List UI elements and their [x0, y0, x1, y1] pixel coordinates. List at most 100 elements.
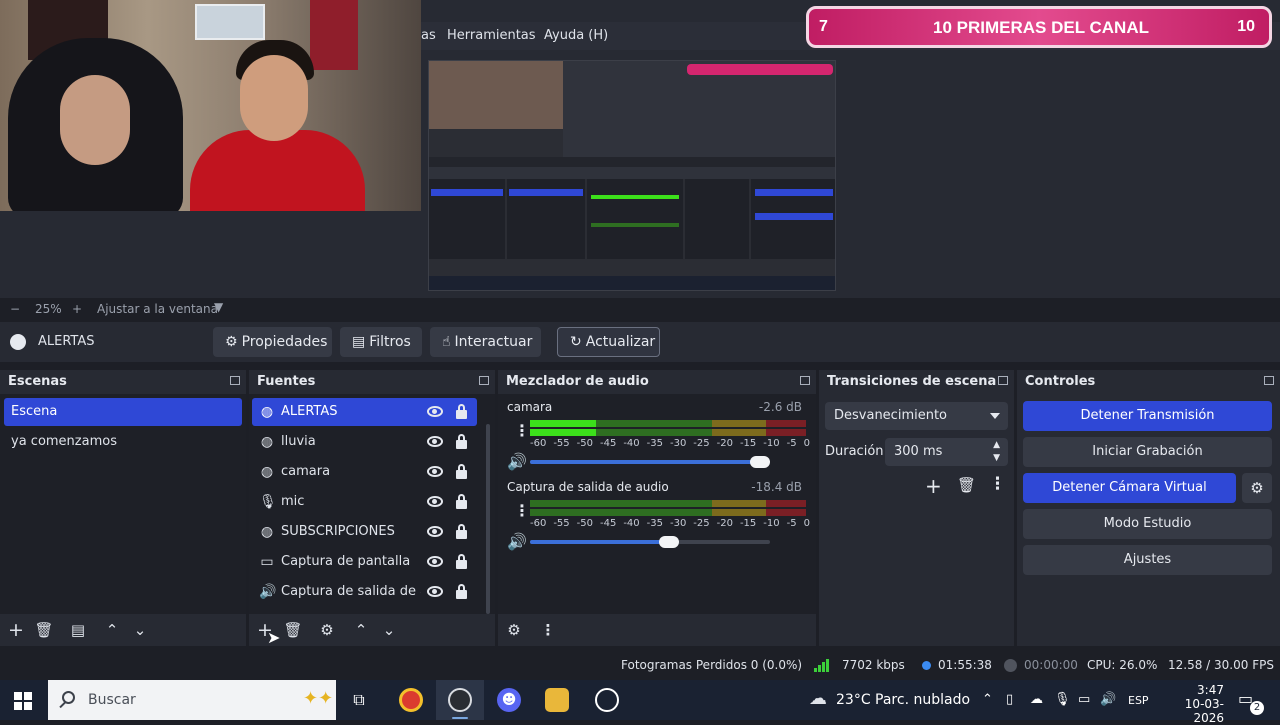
transition-select[interactable]: Desvanecimiento — [825, 402, 1008, 430]
source-item-subscripciones[interactable]: ◍ SUBSCRIPCIONES — [252, 518, 477, 546]
volume-icon[interactable]: 🔊 — [1100, 692, 1116, 707]
menu-item-partial[interactable]: as — [421, 28, 436, 43]
nested-preview-capture — [428, 60, 836, 291]
level-meter — [530, 429, 806, 436]
interact-label: Interactuar — [454, 334, 533, 350]
banner-right-number: 10 — [1237, 18, 1255, 35]
lock-icon[interactable] — [456, 524, 467, 539]
channel-menu-icon[interactable]: ⋮ — [514, 503, 530, 519]
undock-icon[interactable] — [998, 376, 1008, 385]
source-item-mic[interactable]: 🎙 mic — [252, 488, 477, 516]
chevron-down-icon[interactable]: ▼ — [993, 453, 1000, 463]
windows-start-icon[interactable] — [14, 692, 32, 710]
scale-tick: -10 — [763, 438, 780, 449]
stop-stream-button[interactable]: Detener Transmisión — [1023, 401, 1272, 431]
studio-mode-button[interactable]: Modo Estudio — [1023, 509, 1272, 539]
app-icon[interactable] — [595, 688, 619, 712]
filters-button[interactable]: ▤ Filtros — [340, 327, 422, 357]
more-icon[interactable]: ⋮ — [989, 474, 1006, 494]
language-indicator[interactable]: ESP — [1128, 694, 1149, 707]
menu-item-tools[interactable]: Herramientas — [447, 28, 536, 43]
transitions-title: Transiciones de escena — [827, 374, 997, 389]
menu-item-help[interactable]: Ayuda (H) — [544, 28, 608, 43]
start-recording-button[interactable]: Iniciar Grabación — [1023, 437, 1272, 467]
chevron-down-icon[interactable]: ⌄ — [379, 620, 399, 640]
eye-icon[interactable] — [427, 496, 443, 507]
source-item-lluvia[interactable]: ◍ lluvia — [252, 428, 477, 456]
lock-icon[interactable] — [456, 464, 467, 479]
channel-menu-icon[interactable]: ⋮ — [514, 423, 530, 439]
cloud-icon[interactable]: ☁ — [1030, 692, 1043, 707]
signal-bars-icon — [814, 659, 829, 672]
lock-icon[interactable] — [456, 404, 467, 419]
chevron-up-icon[interactable]: ⌃ — [102, 620, 122, 640]
lock-icon[interactable] — [456, 554, 467, 569]
level-meter — [530, 500, 806, 507]
scale-tick: 0 — [803, 438, 810, 449]
chevron-down-icon[interactable]: ⌄ — [130, 620, 150, 640]
interact-button[interactable]: ☝ Interactuar — [430, 327, 541, 357]
chrome-icon[interactable] — [399, 688, 423, 712]
zoom-in-button[interactable]: + — [72, 302, 82, 316]
volume-slider[interactable] — [530, 536, 770, 548]
add-icon[interactable]: + — [6, 620, 26, 640]
weather-icon: ☁ — [809, 688, 827, 709]
eye-icon[interactable] — [427, 436, 443, 447]
source-item-camara[interactable]: ◍ camara — [252, 458, 477, 486]
chevron-up-icon[interactable]: ⌃ — [982, 692, 993, 707]
source-item-alertas[interactable]: ◍ ALERTAS — [252, 398, 477, 426]
zoom-level: 25% — [35, 302, 62, 316]
trash-icon[interactable]: 🗑 — [34, 620, 54, 640]
eye-icon[interactable] — [427, 526, 443, 537]
scale-tick: -20 — [716, 518, 733, 529]
scene-item-ya-comenzamos[interactable]: ya comenzamos — [4, 428, 242, 456]
stop-virtual-camera-button[interactable]: Detener Cámara Virtual — [1023, 473, 1236, 503]
gear-icon[interactable]: ⚙ — [317, 620, 337, 640]
eye-icon[interactable] — [427, 556, 443, 567]
tray-app-icon[interactable]: ▯ — [1006, 692, 1013, 707]
discord-icon[interactable]: ☻ — [497, 688, 521, 712]
volume-icon[interactable]: 🔊 — [507, 452, 527, 471]
trash-icon[interactable]: 🗑 — [283, 620, 303, 640]
obs-icon[interactable] — [448, 688, 472, 712]
scale-tick: -40 — [623, 518, 640, 529]
zoom-out-button[interactable]: − — [10, 302, 20, 316]
lock-icon[interactable] — [456, 434, 467, 449]
refresh-button[interactable]: ↻ Actualizar — [557, 327, 660, 357]
clock[interactable]: 3:47 10-03-2026 — [1164, 683, 1224, 725]
volume-icon[interactable]: 🔊 — [507, 532, 527, 551]
source-list: ◍ ALERTAS ◍ lluvia ◍ camara 🎙 mic ◍ SUBS… — [249, 394, 495, 646]
undock-icon[interactable] — [1264, 376, 1274, 385]
source-item-captura-audio[interactable]: 🔊 Captura de salida de audio — [252, 578, 477, 606]
lock-icon[interactable] — [456, 584, 467, 599]
add-icon[interactable]: + — [925, 474, 942, 498]
more-icon[interactable]: ⋮ — [538, 620, 558, 640]
weather-text[interactable]: 23°C Parc. nublado — [836, 692, 970, 708]
taskbar-search[interactable]: Buscar ✦✦ — [48, 680, 336, 720]
undock-icon[interactable] — [800, 376, 810, 385]
duration-input[interactable]: 300 ms ▲ ▼ — [885, 438, 1008, 466]
scene-item-escena[interactable]: Escena — [4, 398, 242, 426]
source-scrollbar[interactable] — [486, 424, 490, 614]
network-icon[interactable]: ▭ — [1078, 692, 1090, 707]
file-explorer-icon[interactable] — [545, 688, 569, 712]
undock-icon[interactable] — [479, 376, 489, 385]
task-view-icon[interactable]: ⧉ — [347, 688, 371, 712]
source-item-captura-pantalla[interactable]: ▭ Captura de pantalla — [252, 548, 477, 576]
advanced-audio-icon[interactable]: ⚙ — [504, 620, 524, 640]
microphone-icon[interactable]: 🎙 — [1054, 692, 1071, 707]
chevron-down-icon[interactable]: ▼ — [214, 300, 223, 314]
eye-icon[interactable] — [427, 406, 443, 417]
volume-slider[interactable] — [530, 456, 771, 468]
eye-icon[interactable] — [427, 466, 443, 477]
filter-icon[interactable]: ▤ — [68, 620, 88, 640]
undock-icon[interactable] — [230, 376, 240, 385]
lock-icon[interactable] — [456, 494, 467, 509]
eye-icon[interactable] — [427, 586, 443, 597]
trash-icon[interactable]: 🗑 — [957, 476, 976, 494]
chevron-up-icon[interactable]: ▲ — [993, 440, 1000, 450]
chevron-up-icon[interactable]: ⌃ — [351, 620, 371, 640]
settings-button[interactable]: Ajustes — [1023, 545, 1272, 575]
properties-button[interactable]: ⚙ Propiedades — [213, 327, 332, 357]
gear-icon[interactable]: ⚙ — [1242, 473, 1272, 503]
